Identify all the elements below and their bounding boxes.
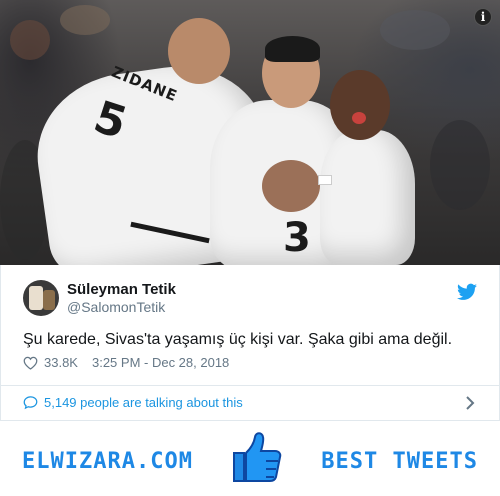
timestamp[interactable]: 3:25 PM - Dec 28, 2018 (92, 355, 229, 370)
info-icon[interactable]: i (474, 8, 492, 26)
wristband (318, 175, 332, 185)
crowd-blob (380, 10, 450, 50)
jersey-number: 3 (283, 215, 311, 261)
crowd-blob (60, 5, 110, 35)
conversation-label: 5,149 people are talking about this (44, 395, 243, 410)
brand-site-name[interactable]: ELWIZARA.COM (22, 449, 193, 474)
user-handle[interactable]: @SalomonTetik (67, 299, 165, 315)
player-right (320, 130, 415, 265)
tweet-card: Süleyman Tetik @SalomonTetik Şu karede, … (0, 265, 500, 420)
brand-banner: ELWIZARA.COM BEST TWEETS (0, 420, 500, 496)
player-hair (265, 36, 320, 62)
conversation-link[interactable]: 5,149 people are talking about this (23, 395, 243, 410)
tweet-text: Şu karede, Sivas'ta yaşamış üç kişi var.… (23, 331, 453, 348)
display-name[interactable]: Süleyman Tetik (67, 281, 176, 298)
crowd-blob (10, 20, 50, 60)
like-count[interactable]: 33.8K (44, 355, 78, 370)
divider (1, 385, 500, 386)
chevron-right-icon[interactable] (465, 395, 475, 411)
speech-bubble-icon (23, 396, 38, 410)
crowd-blob (430, 120, 490, 210)
twitter-bird-icon[interactable] (457, 283, 477, 301)
tweet-photo[interactable]: ZIDANE 5 3 i (0, 0, 500, 265)
brand-tagline: BEST TWEETS (321, 449, 478, 474)
thumbs-up-icon (233, 432, 282, 482)
tweet-meta: 33.8K 3:25 PM - Dec 28, 2018 (23, 355, 229, 370)
avatar-figure (29, 286, 43, 310)
player-head (330, 70, 390, 140)
avatar[interactable] (23, 280, 59, 316)
player-head (168, 18, 230, 84)
avatar-figure (43, 290, 55, 310)
open-mouth (352, 112, 366, 124)
player-head-bald (262, 160, 320, 212)
heart-icon[interactable] (23, 356, 38, 370)
